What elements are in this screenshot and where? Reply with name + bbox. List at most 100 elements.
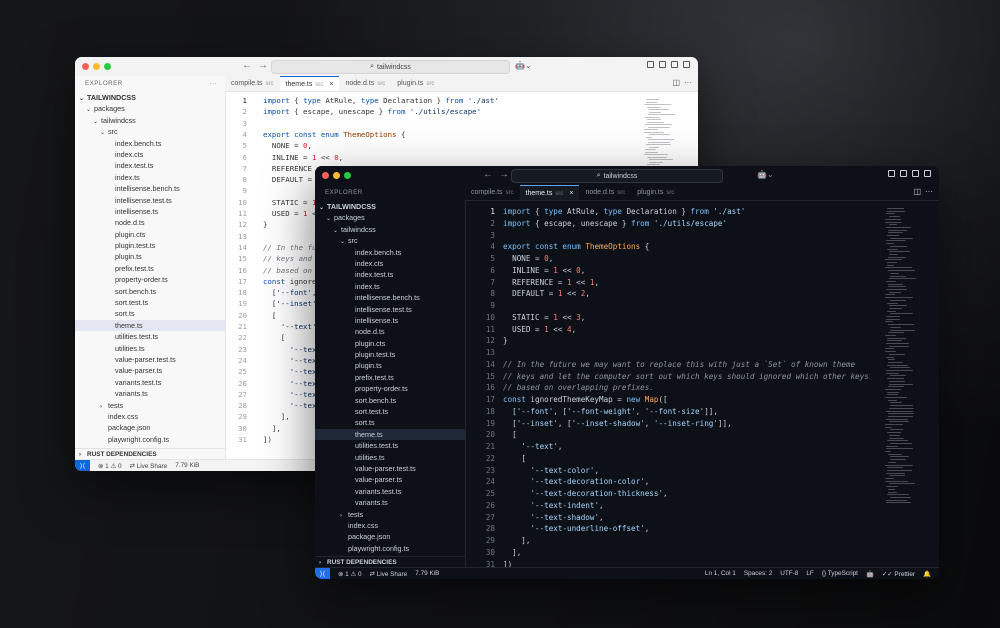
indentation[interactable]: Spaces: 2 xyxy=(744,570,772,578)
tree-item[interactable]: ⌄ src xyxy=(75,126,225,137)
tree-item[interactable]: variants.ts xyxy=(75,388,225,399)
tree-item[interactable]: plugin.cts xyxy=(315,338,465,349)
remote-icon[interactable]: ⟩⟨ xyxy=(315,568,330,579)
toggle-primary-sidebar-icon[interactable] xyxy=(647,61,654,68)
toggle-secondary-sidebar-icon[interactable] xyxy=(912,170,919,177)
command-center-search[interactable]: ⌕ tailwindcss xyxy=(511,169,723,183)
more-actions-icon[interactable]: ··· xyxy=(925,187,933,196)
tree-item[interactable]: node.d.ts xyxy=(75,217,225,228)
tree-item[interactable]: plugin.test.ts xyxy=(315,349,465,360)
tree-item[interactable]: index.bench.ts xyxy=(75,138,225,149)
tree-item[interactable]: utilities.test.ts xyxy=(75,331,225,342)
encoding[interactable]: UTF-8 xyxy=(780,570,798,578)
tree-item[interactable]: index.test.ts xyxy=(315,269,465,280)
close-tab-icon[interactable]: × xyxy=(329,81,333,88)
tree-item[interactable]: ⌄ TAILWINDCSS xyxy=(315,201,465,212)
tree-item[interactable]: › tests xyxy=(75,400,225,411)
tree-item[interactable]: plugin.test.ts xyxy=(75,240,225,251)
customize-layout-icon[interactable] xyxy=(924,170,931,177)
problems-counts[interactable]: ⊗ 1 ⚠ 0 xyxy=(98,462,122,470)
split-editor-icon[interactable]: ◫ xyxy=(672,78,680,87)
tree-item[interactable]: ⌄ tailwindcss xyxy=(75,115,225,126)
close-tab-icon[interactable]: × xyxy=(569,190,573,197)
tree-item-selected[interactable]: theme.ts xyxy=(315,428,465,441)
tree-item-selected[interactable]: theme.ts xyxy=(75,319,225,332)
live-share-button[interactable]: ⇄ Live Share xyxy=(370,570,408,578)
tree-item[interactable]: utilities.ts xyxy=(315,452,465,463)
tree-item[interactable]: playwright.config.ts xyxy=(315,543,465,554)
tree-item[interactable]: ⌄ packages xyxy=(315,212,465,223)
tab-plugin-ts[interactable]: plugin.ts src xyxy=(391,76,440,91)
tree-item[interactable]: intellisense.test.ts xyxy=(315,304,465,315)
live-share-button[interactable]: ⇄ Live Share xyxy=(130,462,168,470)
copilot-status-icon[interactable]: 🤖 xyxy=(866,570,874,578)
tab-theme-ts[interactable]: theme.ts src × xyxy=(519,185,580,200)
tree-item[interactable]: sort.ts xyxy=(315,417,465,428)
remote-icon[interactable]: ⟩⟨ xyxy=(75,460,90,471)
tree-item[interactable]: sort.bench.ts xyxy=(315,395,465,406)
tab-compile-ts[interactable]: compile.ts src xyxy=(225,76,280,91)
tree-item[interactable]: sort.ts xyxy=(75,308,225,319)
split-editor-icon[interactable]: ◫ xyxy=(913,187,921,196)
tab-plugin-ts[interactable]: plugin.ts src xyxy=(631,185,680,200)
tree-item[interactable]: variants.ts xyxy=(315,497,465,508)
tree-item[interactable]: sort.test.ts xyxy=(75,297,225,308)
cursor-position[interactable]: Ln 1, Col 1 xyxy=(705,570,736,578)
tree-item[interactable]: ⌄ packages xyxy=(75,103,225,114)
toggle-primary-sidebar-icon[interactable] xyxy=(888,170,895,177)
tree-item[interactable]: property-order.ts xyxy=(75,274,225,285)
tree-item[interactable]: index.bench.ts xyxy=(315,247,465,258)
tree-item[interactable]: index.css xyxy=(315,520,465,531)
tree-item[interactable]: index.ts xyxy=(75,172,225,183)
maximize-window-button[interactable] xyxy=(344,172,351,179)
minimize-window-button[interactable] xyxy=(333,172,340,179)
tree-item[interactable]: intellisense.ts xyxy=(315,315,465,326)
copilot-icon[interactable]: 🤖⌄ xyxy=(757,170,774,179)
explorer-more-icon[interactable]: ··· xyxy=(209,76,217,92)
tab-compile-ts[interactable]: compile.ts src xyxy=(465,185,520,200)
toggle-secondary-sidebar-icon[interactable] xyxy=(671,61,678,68)
tree-item[interactable]: variants.test.ts xyxy=(75,377,225,388)
code-editor[interactable]: 1 import { type AtRule, type Declaration … xyxy=(465,204,881,568)
toggle-panel-icon[interactable] xyxy=(900,170,907,177)
maximize-window-button[interactable] xyxy=(104,63,111,70)
minimap[interactable] xyxy=(881,204,939,568)
close-window-button[interactable] xyxy=(82,63,89,70)
close-window-button[interactable] xyxy=(322,172,329,179)
tree-item[interactable]: index.ts xyxy=(315,281,465,292)
tree-item[interactable]: utilities.test.ts xyxy=(315,440,465,451)
command-center-search[interactable]: ⌕ tailwindcss xyxy=(271,60,510,74)
tree-item[interactable]: variants.test.ts xyxy=(315,486,465,497)
tree-item[interactable]: sort.bench.ts xyxy=(75,286,225,297)
minimize-window-button[interactable] xyxy=(93,63,100,70)
tree-item[interactable]: ⌄ TAILWINDCSS xyxy=(75,92,225,103)
tree-item[interactable]: package.json xyxy=(75,422,225,433)
tree-item[interactable]: index.css xyxy=(75,411,225,422)
tree-item[interactable]: index.cts xyxy=(75,149,225,160)
toggle-panel-icon[interactable] xyxy=(659,61,666,68)
tree-item[interactable]: index.cts xyxy=(315,258,465,269)
tree-item[interactable]: intellisense.test.ts xyxy=(75,195,225,206)
tree-item[interactable]: value-parser.ts xyxy=(75,365,225,376)
problems-counts[interactable]: ⊗ 1 ⚠ 0 xyxy=(338,570,362,578)
prettier-status[interactable]: ✓✓ Prettier xyxy=(882,570,915,578)
tree-item[interactable]: prefix.test.ts xyxy=(75,263,225,274)
tree-item[interactable]: plugin.ts xyxy=(315,360,465,371)
copilot-icon[interactable]: 🤖⌄ xyxy=(515,61,532,70)
back-arrow-icon[interactable]: ← xyxy=(483,169,499,180)
tree-item[interactable]: intellisense.bench.ts xyxy=(75,183,225,194)
customize-layout-icon[interactable] xyxy=(683,61,690,68)
tree-item[interactable]: sort.test.ts xyxy=(315,406,465,417)
more-actions-icon[interactable]: ··· xyxy=(684,78,692,87)
tree-item[interactable]: node.d.ts xyxy=(315,326,465,337)
back-arrow-icon[interactable]: ← xyxy=(242,60,258,71)
bell-icon[interactable]: 🔔 xyxy=(923,570,931,578)
tree-item[interactable]: index.test.ts xyxy=(75,160,225,171)
tree-item[interactable]: value-parser.test.ts xyxy=(315,463,465,474)
tree-item[interactable]: utilities.ts xyxy=(75,343,225,354)
tree-item[interactable]: intellisense.ts xyxy=(75,206,225,217)
tree-item[interactable]: prefix.test.ts xyxy=(315,372,465,383)
tree-item[interactable]: › tests xyxy=(315,509,465,520)
tree-item[interactable]: property-order.ts xyxy=(315,383,465,394)
tab-node-d-ts[interactable]: node.d.ts src xyxy=(339,76,391,91)
